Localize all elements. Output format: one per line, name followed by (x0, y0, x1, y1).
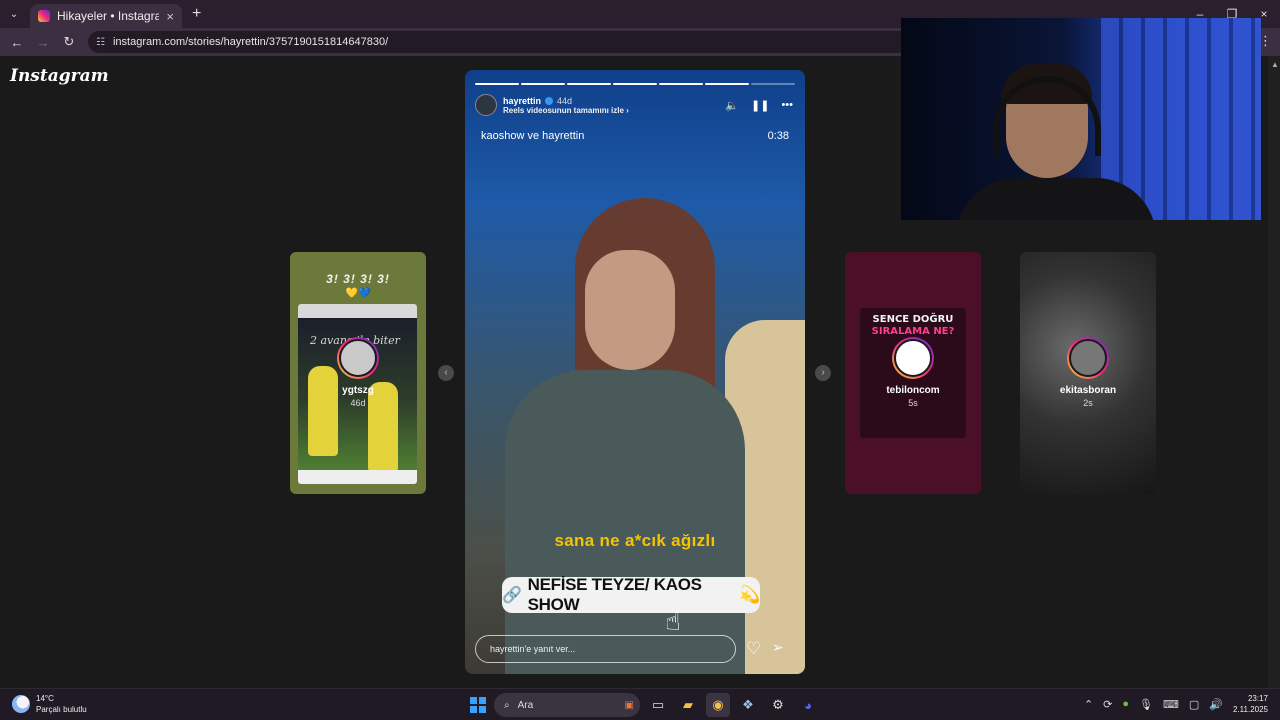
clock[interactable]: 23:17 2.11.2025 (1233, 693, 1268, 715)
tray-chevron-icon[interactable]: ⌃ (1084, 698, 1093, 711)
keyboard-icon[interactable]: ⌨ (1163, 698, 1179, 711)
instagram-logo[interactable]: Instagram (10, 66, 109, 86)
preview-username: tebiloncom (886, 385, 940, 396)
address-bar[interactable]: ☷ instagram.com/stories/hayrettin/375719… (88, 31, 948, 53)
tab-close-icon[interactable]: × (166, 9, 174, 24)
link-icon: 🔗 (502, 587, 522, 604)
link-sticker-label: NEFİSE TEYZE/ KAOS SHOW (527, 575, 702, 614)
preview-username: ygtszg (342, 385, 374, 396)
sync-icon[interactable]: ⟳ (1103, 698, 1112, 711)
avatar (892, 337, 934, 379)
avatar (1067, 337, 1109, 379)
reply-input[interactable]: hayrettin'e yanıt ver... (475, 635, 736, 663)
start-button[interactable] (468, 695, 488, 715)
progress-segment (475, 83, 519, 85)
next-story-button[interactable]: › (815, 365, 831, 381)
file-explorer-icon[interactable]: ▰ (676, 693, 700, 717)
preview-title-line1: SENCE DOĞRU (872, 314, 954, 325)
preview-hearts: 💛💙 (345, 288, 371, 299)
link-sticker[interactable]: 🔗 NEFİSE TEYZE/ KAOS SHOW 💫 (502, 575, 760, 614)
progress-segment (521, 83, 565, 85)
nvidia-icon[interactable]: ● (1122, 698, 1129, 710)
back-icon[interactable]: ← (6, 31, 28, 53)
preview-header-text: 3! 3! 3! 3! (326, 272, 390, 286)
story-username[interactable]: hayrettin (503, 96, 541, 106)
weather-widget[interactable]: 14°C Parçalı bulutlu (12, 693, 87, 715)
url-text: instagram.com/stories/hayrettin/37571901… (112, 36, 389, 48)
tab-instagram[interactable]: Hikayeler • Instagram × (30, 4, 182, 28)
dizzy-emoji-icon: 💫 (739, 585, 760, 604)
hand-cursor-icon: ☝ (665, 606, 681, 636)
preview-time: 2s (1083, 398, 1093, 408)
search-icon: ⌕ (504, 699, 510, 711)
video-overlay-title: kaoshow ve hayrettin (481, 130, 585, 142)
pause-icon[interactable]: ❚❚ (751, 99, 769, 112)
progress-segment (705, 83, 749, 85)
preview-time: 46d (350, 398, 366, 408)
weather-temp: 14°C (36, 694, 54, 703)
task-view-icon[interactable]: ▭ (646, 693, 670, 717)
reels-link[interactable]: Reels videosunun tamamını izle › (503, 106, 629, 115)
chrome-icon[interactable]: ◉ (706, 693, 730, 717)
taskbar-search[interactable]: ⌕ Ara ▣ (494, 693, 640, 717)
progress-segment (659, 83, 703, 85)
scroll-up-icon[interactable]: ▲ (1271, 60, 1279, 69)
webcam-overlay (901, 18, 1261, 220)
forward-icon[interactable]: → (32, 31, 54, 53)
preview-username: ekitasboran (1059, 385, 1117, 396)
tab-title: Hikayeler • Instagram (57, 9, 160, 23)
verified-badge-icon (545, 96, 554, 105)
discord-icon[interactable]: ◕ (796, 693, 820, 717)
preview-time: 5s (908, 398, 918, 408)
more-options-icon[interactable]: ••• (781, 99, 793, 111)
like-heart-icon[interactable]: ♡ (746, 639, 761, 659)
avatar (337, 337, 379, 379)
instagram-favicon-icon (38, 10, 50, 22)
search-highlight-icon: ▣ (624, 699, 634, 711)
video-overlay-time: 0:38 (767, 130, 789, 142)
microphone-icon[interactable]: 🎙 (1139, 698, 1153, 711)
previous-story-button[interactable]: ‹ (438, 365, 454, 381)
video-subtitle: sana ne a*cık ağızlı (554, 531, 716, 550)
mute-icon[interactable]: 🔈 (725, 99, 739, 112)
xbox-app-icon[interactable]: ❖ (736, 693, 760, 717)
progress-segment (567, 83, 611, 85)
weather-desc: Parçalı bulutlu (36, 705, 87, 714)
steam-icon[interactable]: ⚙ (766, 693, 790, 717)
display-icon[interactable]: ▢ (1189, 698, 1199, 711)
site-info-icon[interactable]: ☷ (96, 37, 105, 48)
story-preview-tebiloncom[interactable]: SENCE DOĞRU SIRALAMA NE? tebiloncom 5s (845, 252, 981, 494)
progress-segment (613, 83, 657, 85)
story-viewer[interactable]: hayrettin 44d Reels videosunun tamamını … (465, 70, 805, 674)
partly-cloudy-icon (12, 695, 30, 713)
story-preview-ekitasboran[interactable]: ekitasboran 2s (1020, 252, 1156, 494)
avatar[interactable] (475, 94, 497, 116)
story-age: 44d (557, 95, 573, 106)
story-preview-ygtszg[interactable]: 3! 3! 3! 3! 💛💙 2 avans ile biter ygtszg … (290, 252, 426, 494)
reload-icon[interactable]: ↻ (58, 31, 80, 53)
clock-date: 2.11.2025 (1233, 705, 1268, 714)
progress-segment (751, 83, 795, 85)
windows-taskbar: 14°C Parçalı bulutlu ⌕ Ara ▣ ▭ ▰ ◉ ❖ ⚙ ◕… (0, 688, 1280, 720)
story-header: hayrettin 44d Reels videosunun tamamını … (475, 93, 793, 117)
tab-search-icon[interactable]: ⌄ (0, 0, 28, 28)
clock-time: 23:17 (1247, 694, 1268, 703)
taskbar-search-label: Ara (517, 699, 534, 711)
send-icon[interactable]: ➢ (772, 639, 784, 656)
new-tab-button[interactable]: + (192, 5, 201, 23)
system-tray: ⌃ ⟳ ● 🎙 ⌨ ▢ 🔊 23:17 2.11.2025 (1084, 693, 1268, 715)
story-progress (475, 83, 795, 85)
page-scrollbar[interactable]: ▲ (1268, 56, 1280, 688)
volume-icon[interactable]: 🔊 (1209, 698, 1223, 711)
